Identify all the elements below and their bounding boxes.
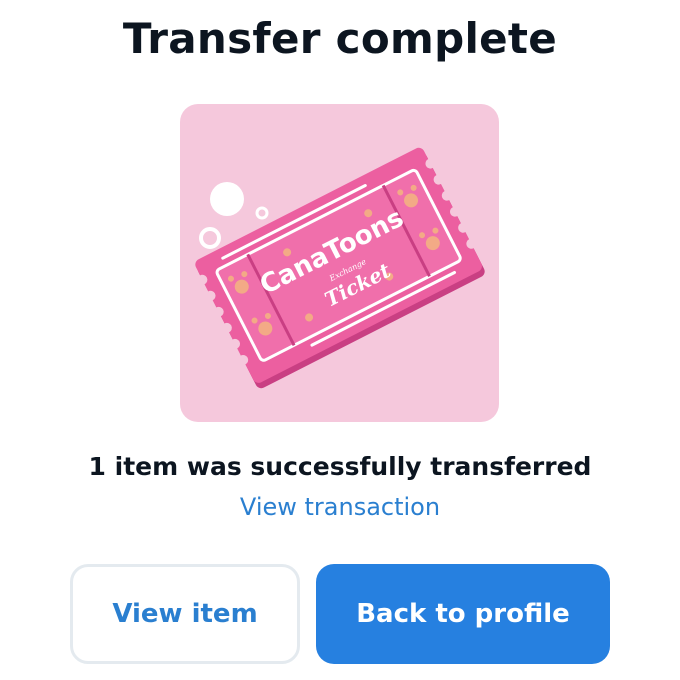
bubble-small bbox=[255, 206, 269, 220]
view-item-button[interactable]: View item bbox=[70, 564, 300, 664]
page-title: Transfer complete bbox=[122, 14, 558, 63]
result-message: 1 item was successfully transferred bbox=[88, 452, 592, 481]
view-transaction-link[interactable]: View transaction bbox=[0, 493, 680, 521]
ticket-illustration: CanaToons Exchange Ticket bbox=[195, 147, 485, 389]
item-image: CanaToons Exchange Ticket bbox=[180, 104, 499, 422]
bubble-large bbox=[210, 182, 244, 216]
bubble-ring bbox=[199, 227, 221, 249]
back-to-profile-button[interactable]: Back to profile bbox=[316, 564, 610, 664]
